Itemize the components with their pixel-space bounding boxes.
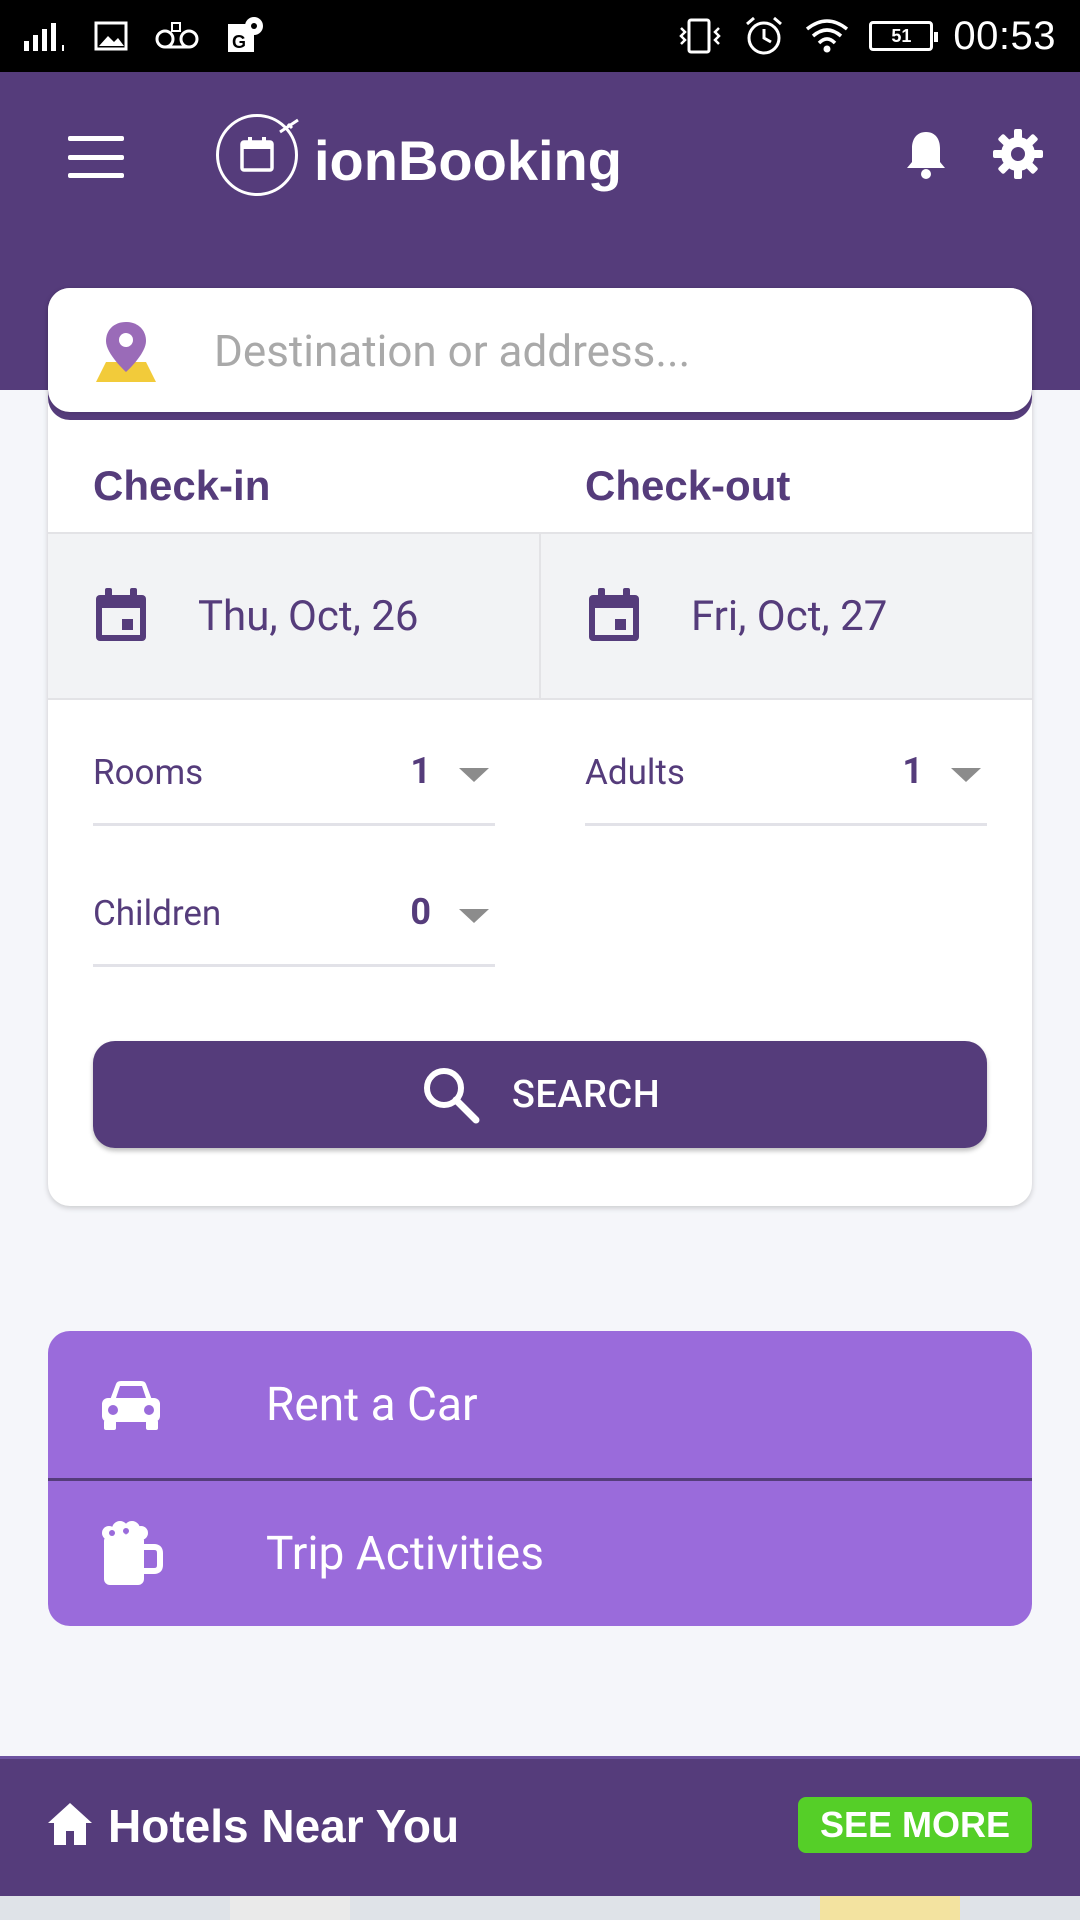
rooms-value: 1	[410, 750, 431, 792]
signal-icon	[24, 23, 64, 51]
plane-icon	[279, 118, 299, 134]
search-button-label: SEARCH	[511, 1072, 661, 1117]
map-pin-icon	[96, 322, 156, 382]
battery-level: 51	[891, 25, 912, 46]
trip-activities-item[interactable]: Trip Activities	[48, 1478, 1032, 1626]
alarm-icon	[746, 16, 783, 55]
children-label: Children	[93, 893, 222, 934]
menu-line	[68, 154, 124, 160]
search-button[interactable]: SEARCH	[93, 1041, 987, 1148]
checkout-date-field[interactable]: Fri, Oct, 27	[539, 534, 1032, 698]
calendar-plane-logo-icon	[240, 137, 274, 172]
menu-line	[68, 173, 124, 178]
svg-text:G: G	[232, 32, 246, 52]
battery-indicator: 51	[869, 21, 939, 51]
voicemail-icon	[155, 22, 199, 49]
checkin-label: Check-in	[93, 462, 271, 509]
destination-input[interactable]	[214, 316, 994, 386]
destination-search	[48, 288, 1032, 432]
status-bar: G 51 00:53	[0, 0, 1080, 72]
checkout-date-value: Fri, Oct, 27	[691, 592, 888, 641]
settings-gear-icon[interactable]	[992, 128, 1044, 180]
menu-line	[68, 136, 124, 141]
rent-a-car-label: Rent a Car	[266, 1377, 478, 1432]
notification-bell-icon[interactable]	[904, 128, 948, 180]
app-title: ionBooking	[314, 129, 622, 192]
vibrate-icon	[679, 18, 722, 54]
rooms-label: Rooms	[93, 752, 204, 793]
image-notification-icon	[94, 21, 128, 51]
adults-label: Adults	[585, 752, 685, 793]
checkin-date-field[interactable]: Thu, Oct, 26	[48, 534, 539, 698]
home-icon	[48, 1803, 92, 1845]
calendar-icon	[96, 588, 146, 641]
adults-value: 1	[902, 750, 923, 792]
dropdown-arrow-icon	[459, 768, 489, 782]
extra-services-list: Rent a Car Trip Activities	[48, 1331, 1032, 1626]
checkout-label: Check-out	[585, 462, 791, 509]
map-preview[interactable]	[0, 1896, 1080, 1920]
see-more-button[interactable]: SEE MORE	[798, 1797, 1032, 1853]
checkin-date-value: Thu, Oct, 26	[198, 592, 419, 641]
children-value: 0	[410, 891, 431, 933]
status-time: 00:53	[953, 13, 1056, 58]
beer-mug-icon	[102, 1520, 163, 1585]
trip-activities-label: Trip Activities	[266, 1526, 544, 1581]
rooms-select[interactable]: Rooms 1	[93, 742, 495, 826]
dropdown-arrow-icon	[459, 909, 489, 923]
car-icon	[102, 1380, 160, 1430]
rent-a-car-item[interactable]: Rent a Car	[48, 1331, 1032, 1478]
search-box[interactable]	[48, 288, 1032, 412]
children-select[interactable]: Children 0	[93, 883, 495, 967]
adults-select[interactable]: Adults 1	[585, 742, 987, 826]
calendar-icon	[589, 588, 639, 641]
dropdown-arrow-icon	[951, 768, 981, 782]
date-picker-row: Thu, Oct, 26 Fri, Oct, 27	[48, 532, 1032, 700]
hotels-near-you-title: Hotels Near You	[108, 1800, 460, 1852]
wifi-icon	[806, 19, 849, 53]
maps-notification-icon: G	[228, 17, 263, 52]
magnifier-icon	[423, 1067, 480, 1123]
hamburger-menu-button[interactable]	[68, 136, 124, 178]
